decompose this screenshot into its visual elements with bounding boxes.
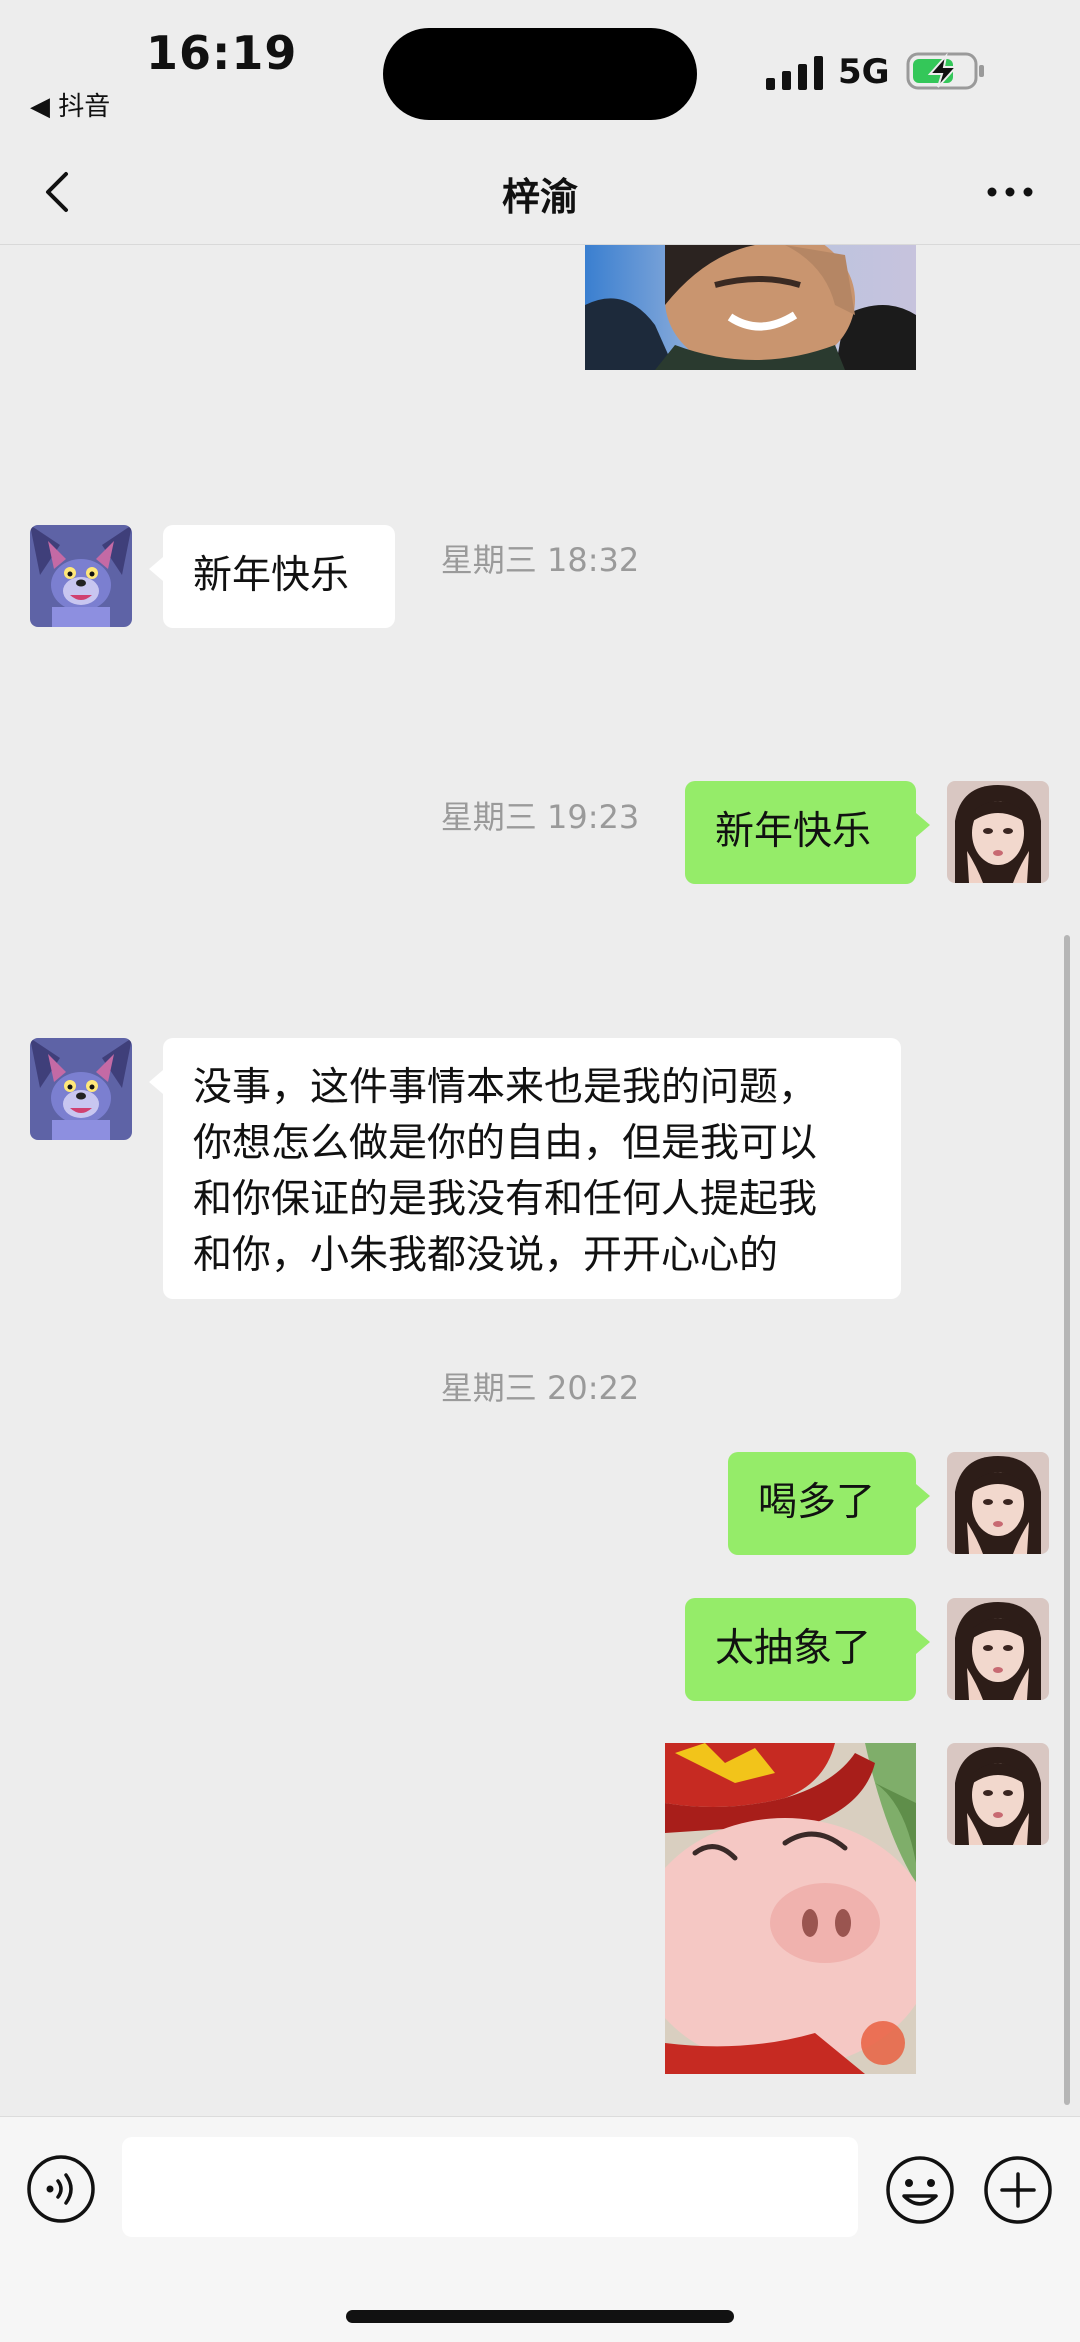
status-bar: 16:19 ◀ 抖音 5G bbox=[0, 0, 1080, 140]
message-text: 新年快乐 bbox=[715, 809, 872, 854]
message-text: 喝多了 bbox=[758, 1480, 876, 1525]
status-time: 16:19 bbox=[146, 26, 298, 80]
incoming-message-bubble[interactable]: 新年快乐 bbox=[149, 525, 395, 628]
my-avatar[interactable] bbox=[947, 781, 1049, 883]
battery-charging-icon bbox=[906, 52, 984, 90]
contact-avatar[interactable] bbox=[30, 1038, 132, 1140]
contact-avatar[interactable] bbox=[30, 525, 132, 627]
outgoing-message-bubble[interactable]: 喝多了 bbox=[728, 1452, 930, 1555]
plus-icon[interactable] bbox=[982, 2154, 1054, 2226]
girl-portrait-avatar-icon bbox=[947, 781, 1049, 883]
network-type: 5G bbox=[838, 52, 890, 92]
home-indicator[interactable] bbox=[346, 2310, 734, 2323]
chat-input-bar bbox=[0, 2116, 1080, 2342]
more-dots-icon[interactable] bbox=[980, 162, 1040, 222]
message-text: 新年快乐 bbox=[193, 553, 350, 598]
girl-portrait-avatar-icon bbox=[947, 1598, 1049, 1700]
my-avatar[interactable] bbox=[947, 1598, 1049, 1700]
voice-icon[interactable] bbox=[26, 2154, 96, 2224]
cartoon-cat-avatar-icon bbox=[30, 1038, 132, 1140]
dynamic-island bbox=[383, 28, 697, 120]
girl-portrait-avatar-icon bbox=[947, 1743, 1049, 1845]
girl-portrait-avatar-icon bbox=[947, 1452, 1049, 1554]
sent-sticker-pig-image[interactable] bbox=[665, 1743, 916, 2074]
outgoing-message-bubble[interactable]: 新年快乐 bbox=[685, 781, 930, 884]
my-avatar[interactable] bbox=[947, 1452, 1049, 1554]
chat-scrollbar[interactable] bbox=[1064, 935, 1070, 2105]
chat-messages-area[interactable]: 星期三 18:32 新年快乐 星期三 19:23 新年快乐 没事，这件事情本来也… bbox=[0, 245, 1080, 2115]
back-to-app-link[interactable]: ◀ 抖音 bbox=[30, 86, 110, 123]
cartoon-cat-avatar-icon bbox=[30, 525, 132, 627]
emoji-icon[interactable] bbox=[884, 2154, 956, 2226]
sent-image-photo[interactable] bbox=[585, 245, 916, 370]
message-timestamp: 星期三 20:22 bbox=[440, 1369, 640, 1407]
message-text: 太抽象了 bbox=[715, 1626, 872, 1671]
message-text: 没事，这件事情本来也是我的问题， 你想怎么做是你的自由，但是我可以 和你保证的是… bbox=[193, 1065, 818, 1278]
incoming-message-bubble[interactable]: 没事，这件事情本来也是我的问题， 你想怎么做是你的自由，但是我可以 和你保证的是… bbox=[149, 1038, 901, 1299]
message-input[interactable] bbox=[122, 2137, 858, 2237]
outgoing-message-bubble[interactable]: 太抽象了 bbox=[685, 1598, 930, 1701]
chat-title: 梓渝 bbox=[501, 175, 578, 219]
my-avatar[interactable] bbox=[947, 1743, 1049, 1845]
chat-header: 梓渝 bbox=[0, 140, 1080, 245]
signal-icon bbox=[766, 56, 823, 90]
